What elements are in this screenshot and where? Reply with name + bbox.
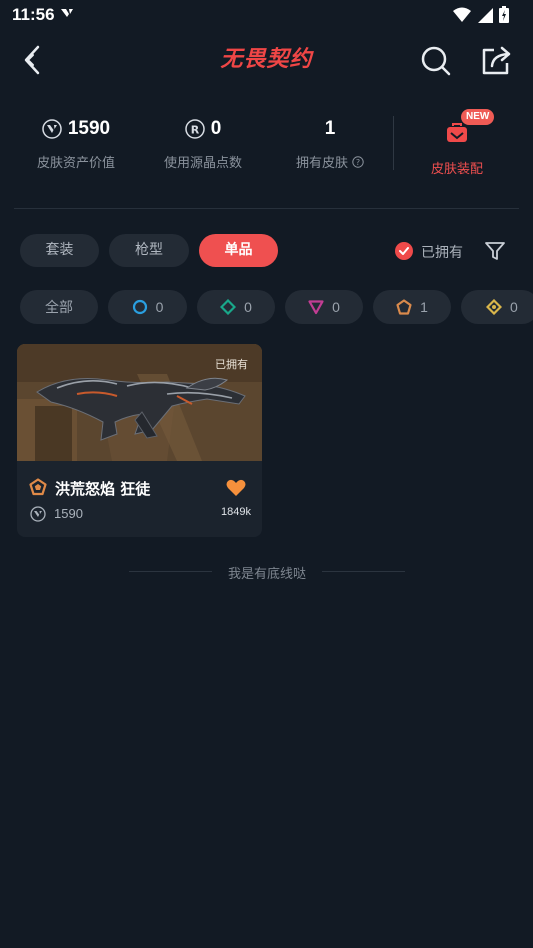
valorant-points-icon bbox=[30, 506, 46, 522]
end-line-right bbox=[322, 571, 405, 572]
premium-tier-icon bbox=[308, 300, 324, 315]
chip-count: 1 bbox=[420, 299, 428, 315]
like-button[interactable] bbox=[226, 479, 246, 501]
search-icon bbox=[421, 46, 451, 76]
skin-image: 已拥有 bbox=[17, 344, 262, 461]
chip-count: 0 bbox=[510, 299, 518, 315]
chip-ultra-tier[interactable]: 0 bbox=[461, 290, 533, 324]
status-bar: 11:56 bbox=[0, 0, 533, 30]
select-tier-icon bbox=[132, 299, 147, 315]
battery-icon bbox=[499, 6, 509, 23]
end-of-list-text: 我是有底线哒 bbox=[227, 567, 306, 582]
back-arrow-icon bbox=[24, 45, 40, 75]
ultra-tier-icon bbox=[486, 299, 502, 315]
filter-icon bbox=[485, 242, 505, 260]
tab-bundle[interactable]: 套装 bbox=[20, 234, 99, 267]
owned-checkbox[interactable] bbox=[395, 242, 413, 260]
skin-equip-label[interactable]: 皮肤装配 bbox=[420, 158, 494, 177]
chip-all[interactable]: 全部 bbox=[20, 290, 98, 324]
skin-equip-button[interactable] bbox=[445, 122, 469, 144]
share-button[interactable] bbox=[478, 42, 514, 78]
svg-text:R: R bbox=[190, 124, 199, 137]
section-divider bbox=[14, 208, 519, 209]
status-time: 11:56 bbox=[12, 5, 55, 24]
asset-value-stat: 1590 皮肤资产价值 bbox=[30, 118, 122, 171]
end-line-left bbox=[129, 571, 212, 572]
wifi-icon bbox=[453, 7, 471, 22]
new-badge: NEW bbox=[461, 109, 495, 125]
share-icon bbox=[482, 46, 511, 75]
owned-skins-label: 拥有皮肤 bbox=[295, 156, 348, 171]
like-count: 1849k bbox=[221, 506, 251, 518]
signal-icon bbox=[478, 7, 493, 23]
heart-icon bbox=[226, 479, 246, 496]
owned-tag: 已拥有 bbox=[215, 358, 248, 371]
filter-button[interactable] bbox=[484, 240, 506, 262]
deluxe-tier-icon bbox=[220, 299, 237, 315]
chip-count: 0 bbox=[244, 299, 252, 315]
owned-filter-label[interactable]: 已拥有 bbox=[421, 242, 463, 262]
exclusive-tier-icon bbox=[29, 478, 47, 496]
svg-text:?: ? bbox=[356, 158, 360, 167]
radianite-points-icon: R bbox=[184, 119, 205, 139]
chip-premium-tier[interactable]: 0 bbox=[285, 290, 363, 324]
asset-value-label: 皮肤资产价值 bbox=[36, 156, 115, 171]
chip-exclusive-tier[interactable]: 1 bbox=[373, 290, 451, 324]
help-icon[interactable]: ? bbox=[352, 155, 364, 168]
chip-deluxe-tier[interactable]: 0 bbox=[197, 290, 275, 324]
owned-skins-stat: 1 拥有皮肤 ? bbox=[284, 118, 376, 171]
owned-skins-count: 1 bbox=[324, 118, 336, 139]
radianite-used: 0 bbox=[210, 118, 222, 139]
chip-select-tier[interactable]: 0 bbox=[108, 290, 187, 324]
radianite-stat: R 0 使用源晶点数 bbox=[160, 118, 246, 171]
tab-weapon-type[interactable]: 枪型 bbox=[109, 234, 189, 267]
valorant-notification-icon bbox=[60, 6, 74, 25]
checkmark-icon bbox=[399, 247, 409, 255]
radianite-used-label: 使用源晶点数 bbox=[163, 156, 242, 171]
search-button[interactable] bbox=[418, 42, 454, 78]
chip-count: 0 bbox=[155, 299, 164, 315]
stats-divider bbox=[393, 116, 394, 170]
back-button[interactable] bbox=[16, 42, 52, 78]
valorant-points-icon bbox=[42, 119, 62, 139]
loadout-icon bbox=[447, 123, 467, 142]
app-title: 无畏契约 bbox=[220, 47, 313, 72]
asset-value: 1590 bbox=[67, 118, 111, 139]
skin-name: 洪荒怒焰 狂徒 bbox=[55, 480, 151, 498]
chip-count: 0 bbox=[332, 299, 340, 315]
skin-card[interactable]: 已拥有 洪荒怒焰 狂徒 1590 1849k bbox=[17, 344, 262, 537]
status-icons bbox=[453, 6, 509, 23]
tab-single-item[interactable]: 单品 bbox=[199, 234, 278, 267]
exclusive-tier-icon bbox=[396, 299, 412, 315]
skin-price: 1590 bbox=[54, 506, 83, 521]
chip-all-label: 全部 bbox=[45, 299, 73, 315]
